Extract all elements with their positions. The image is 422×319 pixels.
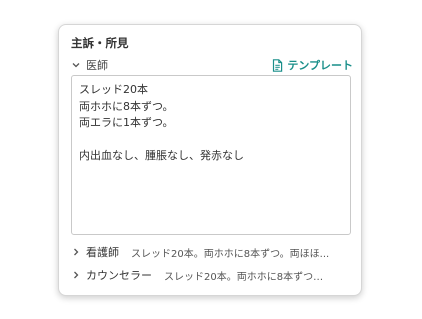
counselor-note-preview: スレッド20本。両ホホに8本ずつ… [164,271,324,283]
chevron-right-icon[interactable] [71,270,81,280]
document-icon [272,58,283,72]
template-button[interactable]: テンプレート [272,57,353,73]
nurse-label: 看護師 [86,246,119,259]
nurse-note-preview: スレッド20本。両ホホに8本ずつ。両ほほ... [131,248,330,260]
nurse-section-row[interactable]: 看護師 スレッド20本。両ホホに8本ずつ。両ほほ... [71,244,353,260]
chevron-down-icon[interactable] [71,60,81,70]
findings-card: 主訴・所見 医師 テンプレート スレッド20本 両ホホに8本ずつ。 両エラに1本… [58,24,362,296]
doctor-label: 医師 [86,59,108,72]
template-button-label: テンプレート [287,59,353,72]
doctor-section-header[interactable]: 医師 テンプレート [71,57,353,73]
chevron-right-icon[interactable] [71,247,81,257]
counselor-section-row[interactable]: カウンセラー スレッド20本。両ホホに8本ずつ… [71,267,353,283]
card-title: 主訴・所見 [71,36,129,50]
counselor-label: カウンセラー [86,269,152,282]
doctor-note-textarea[interactable]: スレッド20本 両ホホに8本ずつ。 両エラに1本ずつ。 内出血なし、腫脹なし、発… [71,75,351,235]
